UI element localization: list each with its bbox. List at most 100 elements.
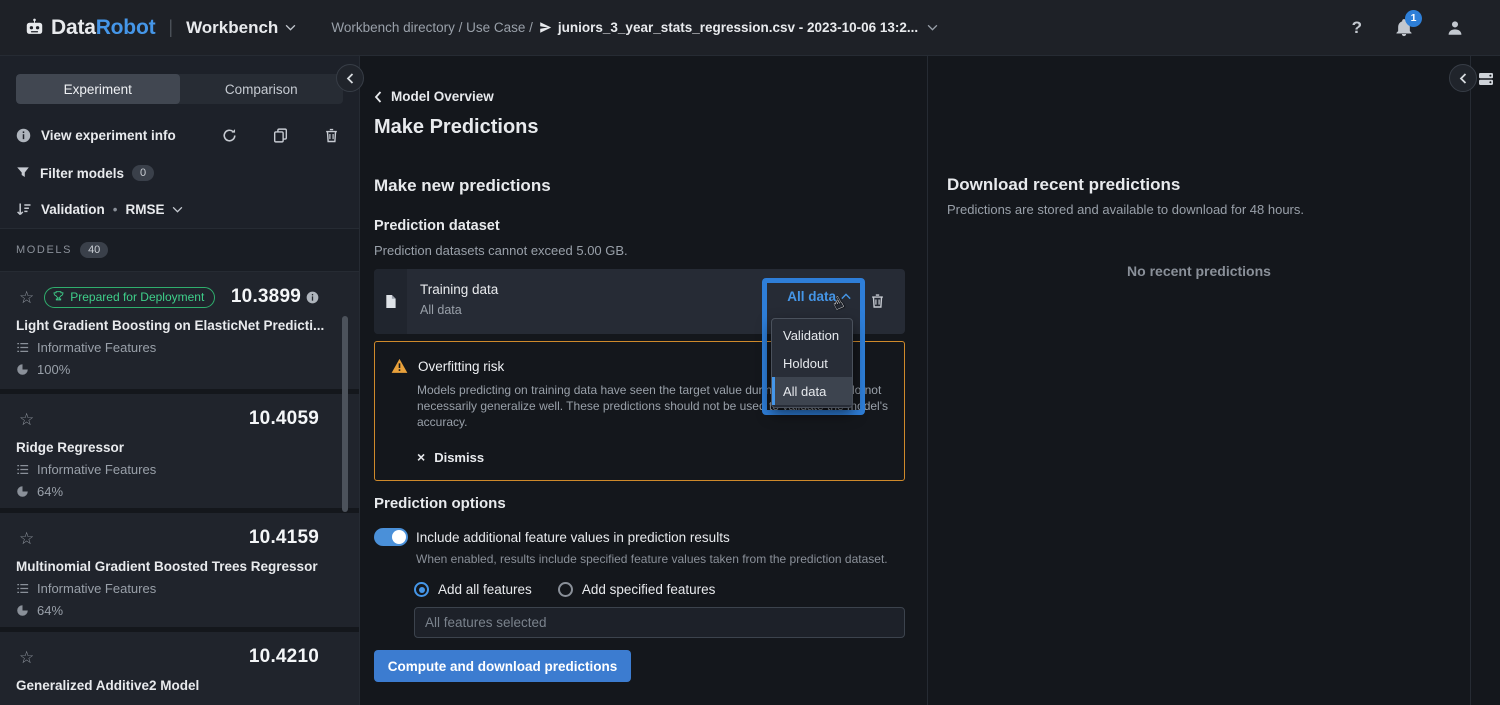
prepared-for-deployment-badge: Prepared for Deployment: [44, 287, 215, 308]
menu-item-holdout[interactable]: Holdout: [772, 349, 852, 377]
recent-predictions-panel: Download recent predictions Predictions …: [928, 56, 1471, 705]
brand-name: DataRobot: [51, 16, 155, 40]
chevron-left-icon: [346, 73, 354, 84]
send-icon: [539, 21, 552, 34]
chevron-down-icon: [172, 206, 183, 213]
dataset-size-note: Prediction datasets cannot exceed 5.00 G…: [374, 243, 905, 258]
tab-experiment[interactable]: Experiment: [16, 74, 180, 104]
refresh-icon[interactable]: [222, 128, 237, 143]
chevron-down-icon: [285, 24, 296, 31]
feature-list-icon: [16, 582, 29, 595]
trophy-icon: [53, 291, 64, 302]
header-actions: ? 1: [1352, 18, 1500, 38]
queue-panel-icon[interactable]: [1478, 71, 1494, 87]
models-count-badge: 40: [80, 242, 108, 258]
star-icon[interactable]: ☆: [19, 530, 34, 547]
sample-pct-icon: [16, 485, 29, 498]
notification-badge: 1: [1405, 10, 1422, 27]
user-profile-icon[interactable]: [1446, 19, 1464, 37]
features-selected-input[interactable]: [414, 607, 905, 638]
model-score: 10.3899: [231, 286, 301, 308]
right-rail: [1471, 56, 1500, 705]
model-card[interactable]: ☆ 10.4210 Generalized Additive2 Model: [0, 632, 359, 705]
model-name: Multinomial Gradient Boosted Trees Regre…: [16, 559, 343, 574]
partition-dropdown-trigger[interactable]: All data: [767, 289, 851, 304]
workbench-menu[interactable]: Workbench: [186, 18, 296, 38]
include-features-toggle[interactable]: [374, 528, 408, 546]
collapse-right-panel-button[interactable]: [1449, 64, 1477, 92]
back-to-model-overview[interactable]: Model Overview: [374, 89, 905, 104]
recent-title: Download recent predictions: [947, 175, 1470, 195]
feature-list-name: Informative Features: [37, 340, 156, 355]
model-score: 10.4159: [249, 527, 319, 549]
radio-add-specified-features[interactable]: Add specified features: [558, 582, 716, 597]
breadcrumb-current[interactable]: juniors_3_year_stats_regression.csv - 20…: [539, 20, 918, 35]
view-experiment-info-link[interactable]: View experiment info: [41, 128, 176, 143]
warning-title: Overfitting risk: [418, 359, 504, 374]
empty-state-message: No recent predictions: [947, 263, 1451, 279]
brand-separator: |: [168, 17, 173, 38]
breadcrumb: Workbench directory / Use Case / juniors…: [331, 20, 938, 35]
feature-list-icon: [16, 341, 29, 354]
model-card[interactable]: ☆ 10.4159 Multinomial Gradient Boosted T…: [0, 513, 359, 627]
feature-list-name: Informative Features: [37, 581, 156, 596]
model-name: Generalized Additive2 Model: [16, 678, 343, 693]
sidebar-scrollbar[interactable]: [342, 316, 348, 512]
toggle-label: Include additional feature values in pre…: [416, 530, 730, 545]
feature-list-icon: [16, 463, 29, 476]
breadcrumb-path[interactable]: Workbench directory / Use Case /: [331, 20, 533, 35]
sort-control[interactable]: Validation • RMSE: [16, 200, 343, 218]
dataset-heading: Prediction dataset: [374, 218, 905, 234]
datarobot-brand[interactable]: DataRobot | Workbench: [25, 16, 296, 40]
toggle-note: When enabled, results include specified …: [416, 552, 905, 566]
top-header: DataRobot | Workbench Workbench director…: [0, 0, 1500, 56]
section-title: Make new predictions: [374, 176, 905, 196]
help-icon[interactable]: ?: [1352, 18, 1362, 38]
compute-download-predictions-button[interactable]: Compute and download predictions: [374, 650, 631, 682]
radio-icon: [414, 582, 429, 597]
model-name: Ridge Regressor: [16, 440, 343, 455]
robot-logo-icon: [25, 18, 44, 37]
menu-item-all-data[interactable]: All data: [772, 377, 852, 405]
prediction-options-heading: Prediction options: [374, 495, 905, 512]
dataset-icon-strip: [374, 269, 407, 334]
feature-list-name: Informative Features: [37, 462, 156, 477]
info-icon: [16, 128, 31, 143]
star-icon[interactable]: ☆: [19, 289, 34, 306]
chevron-left-icon: [374, 91, 382, 103]
dataset-partition: All data: [420, 303, 498, 317]
sidebar-tabs: Experiment Comparison: [16, 74, 343, 104]
filter-count-badge: 0: [132, 165, 154, 181]
duplicate-icon[interactable]: [273, 128, 288, 143]
notifications-bell-icon[interactable]: 1: [1395, 19, 1413, 37]
model-name: Light Gradient Boosting on ElasticNet Pr…: [16, 318, 343, 333]
dismiss-warning-button[interactable]: × Dismiss: [417, 449, 888, 465]
radio-add-all-features[interactable]: Add all features: [414, 582, 532, 597]
sample-pct: 100%: [37, 362, 70, 377]
chevron-down-icon[interactable]: [927, 24, 938, 31]
filter-icon: [16, 166, 30, 180]
trash-icon[interactable]: [324, 128, 339, 143]
chevron-left-icon: [1459, 73, 1467, 84]
star-icon[interactable]: ☆: [19, 411, 34, 428]
menu-item-validation[interactable]: Validation: [772, 321, 852, 349]
model-card[interactable]: ☆ Prepared for Deployment 10.3899 Light …: [0, 272, 359, 389]
collapse-sidebar-button[interactable]: [336, 64, 364, 92]
filter-models-control[interactable]: Filter models 0: [16, 164, 343, 182]
sidebar-controls: Experiment Comparison View experiment in…: [0, 56, 359, 229]
model-card[interactable]: ☆ 10.4059 Ridge Regressor Informative Fe…: [0, 394, 359, 508]
info-icon[interactable]: [306, 291, 319, 304]
sample-pct: 64%: [37, 603, 63, 618]
recent-subtitle: Predictions are stored and available to …: [947, 202, 1470, 217]
file-icon: [384, 294, 397, 309]
sort-icon: [16, 202, 32, 217]
radio-icon: [558, 582, 573, 597]
tab-comparison[interactable]: Comparison: [180, 74, 344, 104]
star-icon[interactable]: ☆: [19, 649, 34, 666]
chevron-up-icon: [841, 293, 851, 300]
sample-pct: 64%: [37, 484, 63, 499]
warning-icon: [391, 358, 408, 374]
dataset-name: Training data: [420, 282, 498, 297]
make-predictions-panel: Model Overview Make Predictions Make new…: [360, 56, 928, 705]
remove-dataset-trash-icon[interactable]: [870, 293, 885, 309]
